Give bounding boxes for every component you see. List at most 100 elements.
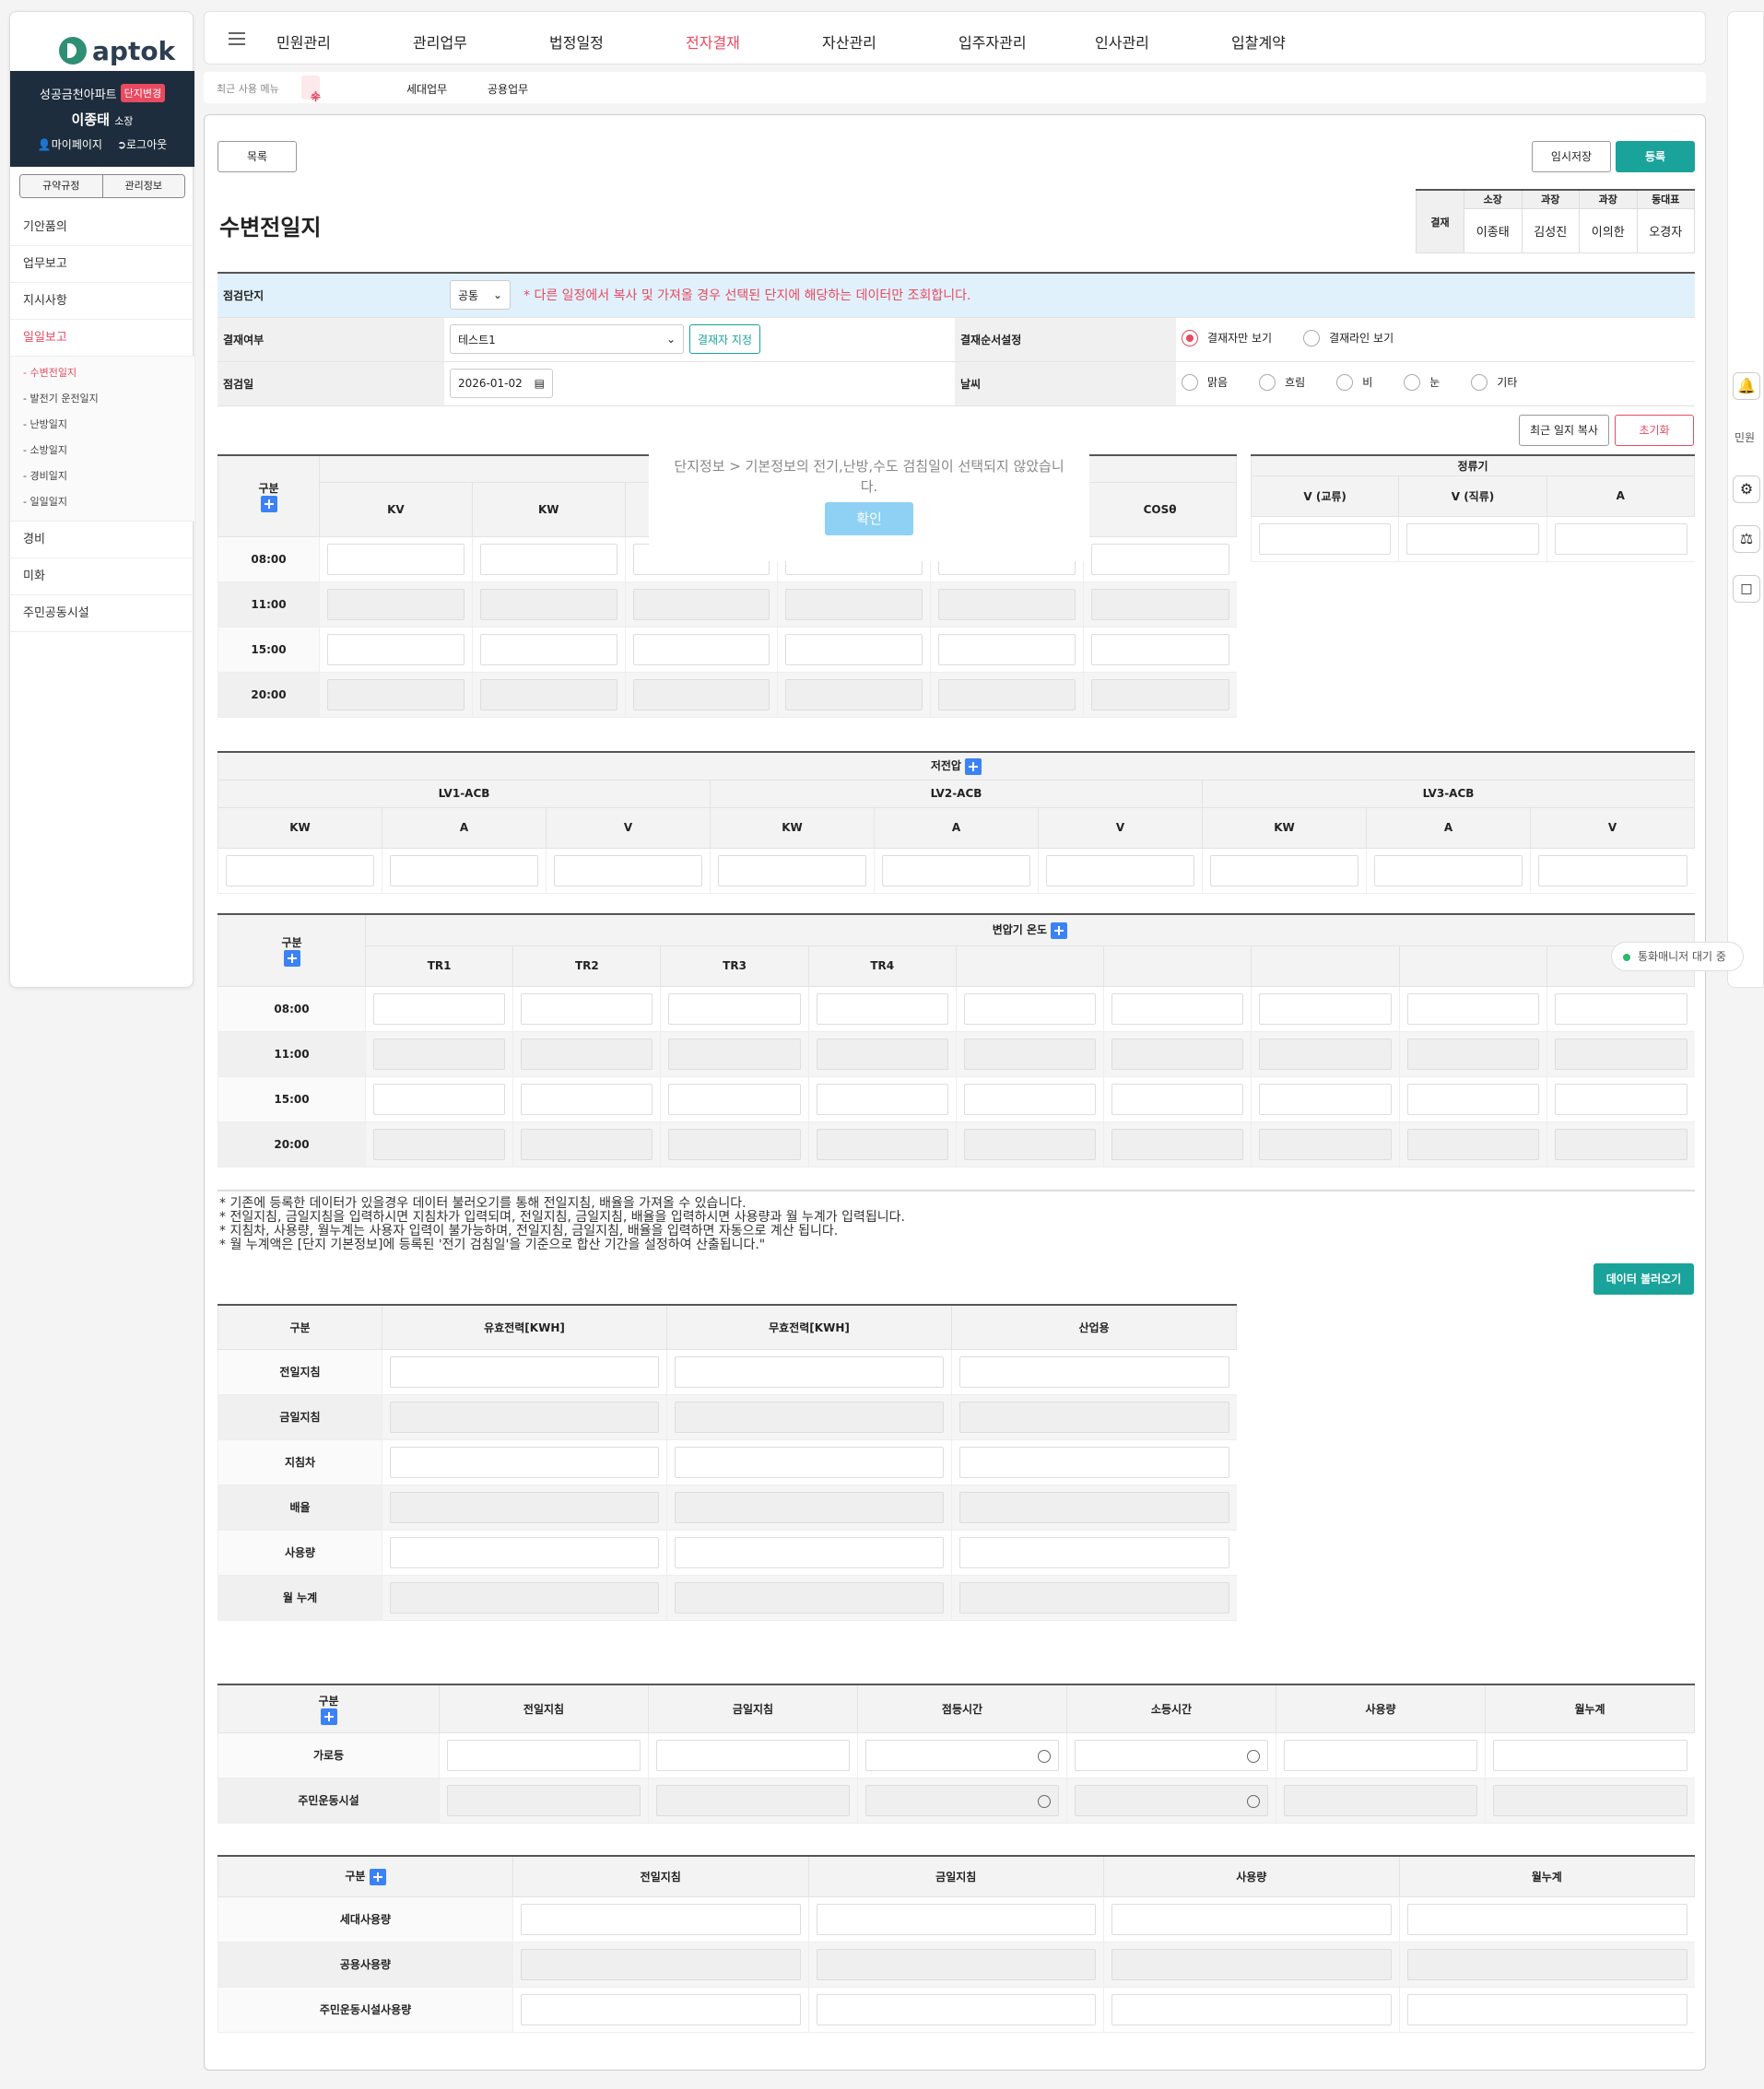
input-cell[interactable] — [390, 1581, 659, 1614]
clock-icon[interactable] — [1247, 1794, 1260, 1808]
input-cell[interactable] — [1493, 1784, 1688, 1816]
time-input[interactable] — [1075, 1784, 1268, 1816]
input-cell[interactable] — [1406, 992, 1539, 1025]
clock-icon[interactable] — [1038, 1749, 1051, 1763]
input-cell[interactable] — [675, 1491, 944, 1523]
sidebar-item-security[interactable]: 경비 — [10, 522, 194, 558]
time-input[interactable] — [865, 1739, 1059, 1771]
input-cell[interactable] — [668, 992, 801, 1025]
sidebar-item-daily-report[interactable]: 일일보고 — [10, 320, 194, 357]
input-cell[interactable] — [668, 1083, 801, 1115]
input-cell[interactable] — [1284, 1739, 1477, 1771]
input-cell[interactable] — [668, 1038, 801, 1070]
time-input[interactable] — [865, 1784, 1059, 1816]
input-cell[interactable] — [668, 1128, 801, 1160]
input-cell[interactable] — [1091, 678, 1229, 710]
input-cell[interactable] — [1259, 522, 1392, 555]
tab-rules[interactable]: 규약규정 — [20, 175, 102, 197]
input-cell[interactable] — [675, 1536, 944, 1568]
input-cell[interactable] — [327, 633, 465, 665]
input-cell[interactable] — [816, 992, 948, 1025]
input-cell[interactable] — [390, 1491, 659, 1523]
tab-management-info[interactable]: 관리정보 — [101, 175, 184, 197]
scale-icon[interactable]: ⚖ — [1733, 525, 1760, 553]
input-cell[interactable] — [521, 992, 653, 1025]
input-cell[interactable] — [1406, 1948, 1688, 1980]
input-cell[interactable] — [1406, 1128, 1539, 1160]
input-cell[interactable] — [632, 633, 770, 665]
input-cell[interactable] — [521, 1128, 653, 1160]
input-cell[interactable] — [785, 588, 923, 620]
input-cell[interactable] — [816, 1083, 948, 1115]
input-cell[interactable] — [959, 1401, 1229, 1433]
input-cell[interactable] — [656, 1739, 850, 1771]
input-cell[interactable] — [1091, 633, 1229, 665]
approval-select[interactable]: 테스트1 ⌄ — [450, 324, 684, 354]
sidebar-sub-heating[interactable]: - 난방일지 — [23, 412, 194, 438]
input-cell[interactable] — [390, 1536, 659, 1568]
input-cell[interactable] — [1046, 854, 1194, 886]
nav-hr[interactable]: 인사관리 — [1095, 30, 1149, 53]
add-icon[interactable] — [965, 757, 982, 775]
calendar-icon[interactable]: ▤ — [535, 377, 545, 390]
input-cell[interactable] — [479, 633, 617, 665]
sidebar-item-work-report[interactable]: 업무보고 — [10, 246, 194, 283]
input-cell[interactable] — [1091, 588, 1229, 620]
input-cell[interactable] — [632, 588, 770, 620]
input-cell[interactable] — [327, 678, 465, 710]
input-cell[interactable] — [1259, 992, 1392, 1025]
complex-select[interactable]: 공통 ⌄ — [450, 280, 511, 311]
sidebar-item-cleaning[interactable]: 미화 — [10, 558, 194, 595]
input-cell[interactable] — [1111, 1903, 1392, 1935]
change-complex-button[interactable]: 단지변경 — [120, 84, 166, 102]
input-cell[interactable] — [447, 1739, 641, 1771]
input-cell[interactable] — [447, 1784, 641, 1816]
input-cell[interactable] — [1091, 543, 1229, 575]
input-cell[interactable] — [1111, 1128, 1244, 1160]
input-cell[interactable] — [959, 1356, 1229, 1388]
sidebar-item-instructions[interactable]: 지시사항 — [10, 283, 194, 320]
list-button[interactable]: 목록 — [218, 141, 297, 172]
recent-tab-active[interactable]: 수변전일지 × — [301, 76, 321, 199]
mypage-link[interactable]: 👤마이페이지 — [38, 136, 102, 152]
input-cell[interactable] — [882, 854, 1030, 886]
register-button[interactable]: 등록 — [1616, 141, 1695, 172]
input-cell[interactable] — [479, 678, 617, 710]
input-cell[interactable] — [675, 1356, 944, 1388]
input-cell[interactable] — [1538, 854, 1688, 886]
input-cell[interactable] — [1259, 1083, 1392, 1115]
input-cell[interactable] — [959, 1581, 1229, 1614]
input-cell[interactable] — [1554, 1038, 1688, 1070]
input-cell[interactable] — [675, 1446, 944, 1478]
call-manager-status[interactable]: 통화매니저 대기 중 — [1611, 942, 1744, 971]
input-cell[interactable] — [1210, 854, 1358, 886]
nav-bidding[interactable]: 입찰계약 — [1231, 30, 1286, 53]
input-cell[interactable] — [390, 1356, 659, 1388]
input-cell[interactable] — [226, 854, 374, 886]
input-cell[interactable] — [521, 1903, 801, 1935]
add-icon[interactable] — [283, 949, 300, 967]
input-cell[interactable] — [1554, 992, 1688, 1025]
input-cell[interactable] — [373, 992, 506, 1025]
load-data-button[interactable]: 데이터 불러오기 — [1593, 1263, 1694, 1295]
input-cell[interactable] — [373, 1128, 506, 1160]
input-cell[interactable] — [373, 1038, 506, 1070]
input-cell[interactable] — [963, 1083, 1097, 1115]
input-cell[interactable] — [1406, 1903, 1688, 1935]
input-cell[interactable] — [390, 1446, 659, 1478]
input-cell[interactable] — [1111, 1038, 1244, 1070]
input-cell[interactable] — [1111, 1083, 1244, 1115]
input-cell[interactable] — [816, 1948, 1096, 1980]
menu-icon[interactable] — [229, 32, 245, 45]
close-icon[interactable]: × — [311, 85, 320, 109]
temp-save-button[interactable]: 임시저장 — [1532, 141, 1611, 172]
input-cell[interactable] — [938, 588, 1076, 620]
input-cell[interactable] — [959, 1446, 1229, 1478]
logout-link[interactable]: ➲로그아웃 — [117, 136, 167, 152]
recent-tab-common[interactable]: 공용업무 — [488, 81, 528, 97]
ok-button[interactable]: 확인 — [825, 502, 913, 535]
sidebar-item-facility[interactable]: 주민공동시설 — [10, 595, 194, 632]
assign-approver-button[interactable]: 결재자 지정 — [689, 324, 761, 354]
input-cell[interactable] — [390, 854, 538, 886]
input-cell[interactable] — [718, 854, 866, 886]
